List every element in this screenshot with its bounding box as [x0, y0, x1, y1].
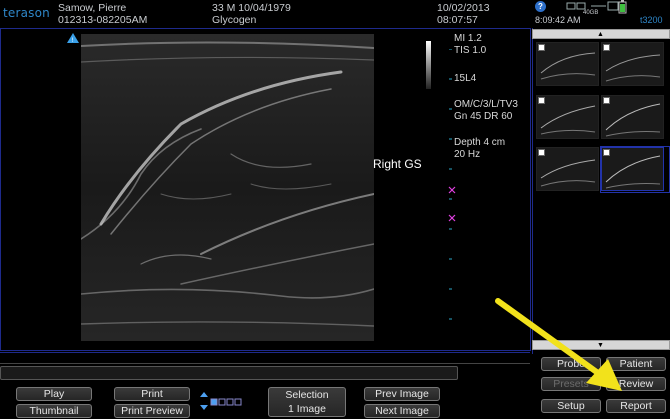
selection-label: Selection: [285, 389, 329, 401]
thumbnail-type-icon: [538, 149, 545, 156]
param-gain: Gn 45 DR 60: [454, 111, 513, 122]
param-depth: Depth 4 cm: [454, 137, 506, 148]
patient-header: terason Samow, Pierre 012313-082205AM 33…: [0, 0, 530, 27]
thumbnail[interactable]: [601, 95, 664, 139]
thumbnail[interactable]: [536, 95, 599, 139]
image-viewer[interactable]: ! MI 1.2 TIS 1.0 15L4 OM/C/3/L/TV3 Gn 45…: [0, 28, 531, 351]
exam-time: 08:07:57: [437, 14, 478, 26]
thumbnail[interactable]: [536, 42, 599, 86]
patient-name: Samow, Pierre: [58, 2, 127, 14]
status-bar: [0, 352, 530, 364]
chevron-up-icon: ▲: [597, 31, 604, 38]
thumbnail-type-icon: [603, 97, 610, 104]
orientation-marker-icon: !: [67, 33, 79, 44]
exam-date: 10/02/2013: [437, 2, 490, 14]
thumbnail[interactable]: [601, 42, 664, 86]
help-icon[interactable]: ?: [535, 1, 546, 12]
storage-label: 40GB: [583, 10, 599, 16]
param-mi: MI 1.2: [454, 33, 482, 44]
patient-age-dob: 33 M 10/04/1979: [212, 2, 291, 14]
selection-frame: [600, 146, 670, 193]
yellow-arrow-icon: [495, 298, 622, 391]
svg-text:!: !: [72, 37, 74, 44]
thumbnail[interactable]: [536, 147, 599, 191]
thumbnail-type-icon: [538, 44, 545, 51]
thumbnail-type-icon: [538, 97, 545, 104]
ultrasound-image: [81, 34, 374, 341]
param-mode: OM/C/3/L/TV3: [454, 99, 518, 110]
param-framerate: 20 Hz: [454, 149, 481, 160]
terason-logo: terason: [3, 6, 50, 20]
selection-button[interactable]: Selection 1 Image: [268, 387, 346, 417]
selection-count: 1 Image: [288, 403, 326, 415]
patient-id: 012313-082205AM: [58, 14, 148, 26]
exam-type: Glycogen: [212, 14, 257, 26]
cine-scrollbar[interactable]: [0, 366, 458, 380]
thumbnail-scroll-up[interactable]: ▲: [532, 29, 670, 39]
next-image-button[interactable]: Next Image: [364, 404, 440, 418]
print-preview-button[interactable]: Print Preview: [114, 404, 190, 418]
param-tis: TIS 1.0: [454, 45, 487, 56]
thumbnail-button[interactable]: Thumbnail: [16, 404, 92, 418]
play-button[interactable]: Play: [16, 387, 92, 401]
battery-icon: [618, 0, 627, 14]
depth-scale: [448, 49, 456, 320]
report-button[interactable]: Report: [606, 399, 666, 413]
prev-image-button[interactable]: Prev Image: [364, 387, 440, 401]
grayscale-bar: [426, 41, 431, 89]
clock: 8:09:42 AM: [535, 15, 581, 25]
print-button[interactable]: Print: [114, 387, 190, 401]
model-label: t3200: [640, 15, 663, 25]
thumbnail-type-icon: [603, 44, 610, 51]
frame-navigator-icon[interactable]: [199, 391, 245, 413]
setup-button[interactable]: Setup: [541, 399, 601, 413]
annotation-label: Right GS: [373, 157, 422, 171]
param-probe: 15L4: [454, 73, 477, 84]
